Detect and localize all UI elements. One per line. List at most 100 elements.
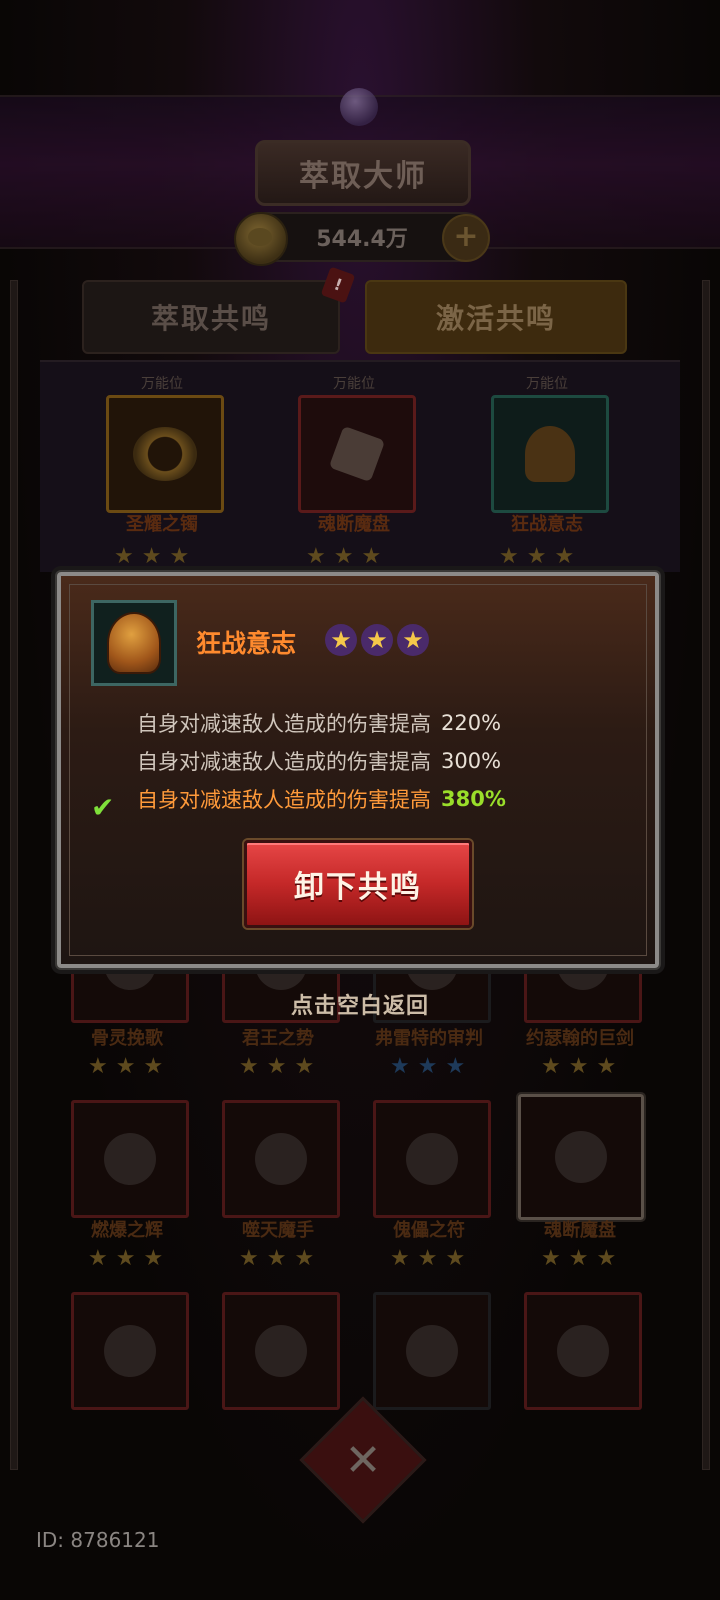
lantern-icon [557, 1325, 609, 1377]
star-icon: ★ [169, 544, 190, 569]
item-card[interactable] [524, 1292, 642, 1410]
left-frame-border [10, 280, 18, 1470]
star-icon: ★ [390, 1054, 410, 1079]
slot-name: 圣耀之镯 [126, 514, 198, 535]
star-icon: ★ [568, 1246, 589, 1271]
star-icon: ★ [266, 1054, 287, 1079]
item-star-rating: ★ ★ ★ [88, 1056, 163, 1078]
item-star-rating: ★ ★ ★ [541, 1248, 616, 1270]
item-name: 弗雷特的审判 [375, 1028, 483, 1049]
star-icon: ★ [115, 1054, 136, 1079]
page-title: 萃取大师 [299, 159, 427, 194]
item-name: 燃爆之辉 [91, 1220, 163, 1241]
star-icon: ★ [143, 1246, 164, 1271]
item-card[interactable] [71, 1292, 189, 1410]
effect-row: 自身对减速敌人造成的伤害提高 300% [137, 746, 501, 776]
resonance-slot-1[interactable] [106, 395, 224, 513]
scarab-icon [104, 1325, 156, 1377]
item-card[interactable] [222, 1292, 340, 1410]
star-icon: ★ [361, 544, 382, 569]
trident-icon [255, 1133, 307, 1185]
item-card[interactable] [71, 1100, 189, 1218]
star-icon: ★ [266, 1246, 287, 1271]
slot-star-rating: ★ ★ ★ [114, 546, 189, 568]
item-card[interactable] [373, 1292, 491, 1410]
slot-star-rating: ★ ★ ★ [306, 546, 381, 568]
star-icon: ★ [390, 1246, 410, 1271]
star-icon: ★ [417, 1054, 438, 1079]
item-name: 约瑟翰的巨剑 [526, 1028, 634, 1049]
star-icon: ★ [143, 1054, 164, 1079]
item-name: 噬天魔手 [242, 1220, 314, 1241]
item-name: 骨灵挽歌 [91, 1028, 163, 1049]
slot-star-rating: ★ ★ ★ [499, 546, 574, 568]
star-icon: ★ [294, 1246, 315, 1271]
star-icon: ★ [445, 1054, 466, 1079]
effect-value: 380% [441, 787, 506, 811]
cross-icon: ✕ [344, 1434, 382, 1486]
effect-description: 自身对减速敌人造成的伤害提高 [137, 712, 431, 736]
item-star-rating: ★ ★ ★ [390, 1056, 465, 1078]
slot-tag: 万能位 [141, 376, 183, 392]
effect-value: 300% [441, 749, 502, 773]
add-currency-button[interactable]: + [442, 214, 490, 262]
resonance-detail-popup: 狂战意志 ★ ★ ★ 自身对减速敌人造成的伤害提高 220% 自身对减速敌人造成… [57, 572, 659, 968]
coin-icon [234, 212, 288, 266]
star-icon: ★ [88, 1054, 108, 1079]
currency-amount: 544.4万 [316, 227, 408, 252]
ankh-icon [406, 1133, 458, 1185]
item-star-rating: ★ ★ ★ [390, 1248, 465, 1270]
slot-tag: 万能位 [526, 376, 568, 392]
star-icon: ★ [114, 544, 134, 569]
item-name: 君王之势 [242, 1028, 314, 1049]
demon-disc-icon [555, 1131, 607, 1183]
button-label: 卸下共鸣 [294, 870, 422, 905]
item-icon-frame [91, 600, 177, 686]
resonance-slot-2[interactable] [298, 395, 416, 513]
star-icon: ★ [596, 1054, 617, 1079]
item-star-rating: ★ ★ ★ [325, 624, 429, 656]
star-icon: ★ [361, 624, 393, 656]
bracelet-icon [133, 427, 197, 481]
effect-description: 自身对减速敌人造成的伤害提高 [137, 788, 431, 812]
demon-disc-icon [328, 425, 386, 483]
effect-value: 220% [441, 711, 502, 735]
item-card[interactable] [222, 1100, 340, 1218]
star-icon: ★ [325, 624, 357, 656]
item-star-rating: ★ ★ ★ [88, 1248, 163, 1270]
star-icon: ★ [239, 1054, 259, 1079]
item-name: 傀儡之符 [393, 1220, 465, 1241]
unequip-resonance-button[interactable]: 卸下共鸣 [244, 840, 472, 928]
clover-icon [255, 1325, 307, 1377]
tab-extract-resonance[interactable]: 萃取共鸣 [82, 280, 340, 354]
item-star-rating: ★ ★ ★ [541, 1056, 616, 1078]
dismiss-hint[interactable]: 点击空白返回 [0, 988, 720, 1020]
helmet-icon [525, 426, 575, 482]
item-title: 狂战意志 [196, 629, 297, 658]
slot-tag: 万能位 [333, 376, 375, 392]
checkmark-icon: ✔ [91, 791, 115, 824]
star-icon: ★ [294, 1054, 315, 1079]
star-icon: ★ [554, 544, 575, 569]
item-name: 魂断魔盘 [544, 1220, 616, 1241]
item-card-selected[interactable] [516, 1092, 646, 1222]
effect-description: 自身对减速敌人造成的伤害提高 [137, 750, 431, 774]
slot-name: 魂断魔盘 [318, 514, 390, 535]
star-icon: ★ [526, 544, 547, 569]
star-icon: ★ [141, 544, 162, 569]
tab-label: 激活共鸣 [435, 302, 556, 335]
tab-activate-resonance[interactable]: 激活共鸣 [365, 280, 627, 354]
star-icon: ★ [306, 544, 326, 569]
helmet-icon [107, 612, 161, 674]
stop-sign-icon [104, 1133, 156, 1185]
eye-pyramid-icon [406, 1325, 458, 1377]
star-icon: ★ [333, 544, 354, 569]
star-icon: ★ [541, 1246, 561, 1271]
item-card[interactable] [373, 1100, 491, 1218]
page-title-plate: 萃取大师 [255, 140, 471, 206]
effect-row-active: 自身对减速敌人造成的伤害提高 380% [137, 784, 506, 814]
star-icon: ★ [568, 1054, 589, 1079]
effect-row: 自身对减速敌人造成的伤害提高 220% [137, 708, 501, 738]
resonance-slot-3[interactable] [491, 395, 609, 513]
right-frame-border [702, 280, 710, 1470]
